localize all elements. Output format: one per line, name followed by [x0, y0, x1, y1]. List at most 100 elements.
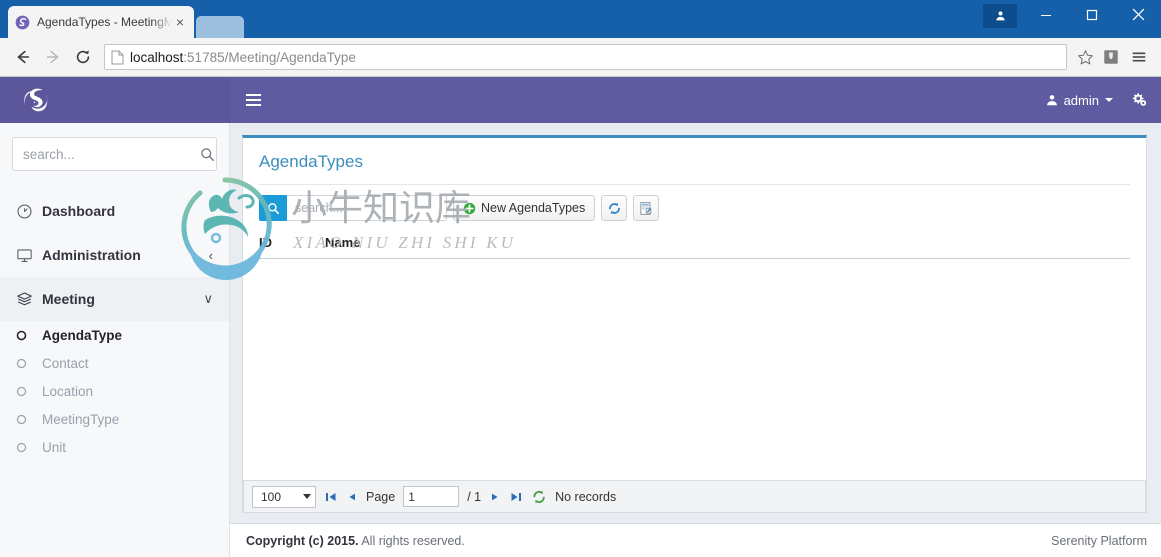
- sidebar-item-agendatype[interactable]: AgendaType: [0, 321, 229, 349]
- browser-menu-icon[interactable]: [1125, 48, 1153, 66]
- new-tab-button[interactable]: [196, 16, 244, 38]
- page-size-select[interactable]: 100: [252, 485, 316, 508]
- back-arrow-icon[interactable]: [8, 42, 38, 72]
- sidebar-item-label: Administration: [42, 247, 141, 263]
- sidebar-item-contact[interactable]: Contact: [0, 349, 229, 377]
- prev-page-icon[interactable]: [346, 491, 358, 503]
- browser-titlebar: AgendaTypes - MeetingM ×: [0, 0, 1161, 38]
- grid-pager: 100 Page / 1: [243, 480, 1146, 512]
- search-icon[interactable]: [200, 147, 215, 162]
- url-host: localhost: [130, 49, 184, 65]
- new-button-label: New AgendaTypes: [481, 201, 586, 215]
- address-bar[interactable]: localhost:51785/Meeting/AgendaType: [104, 44, 1067, 70]
- serenity-spiral-logo: [24, 88, 48, 112]
- dashboard-gauge-icon: [16, 203, 42, 220]
- sidebar: Dashboard Administration ‹: [0, 123, 230, 557]
- chevron-down-icon: [1105, 98, 1113, 102]
- page-total: / 1: [467, 489, 482, 504]
- agendatypes-grid: ID Name: [259, 231, 1130, 480]
- quick-search-input[interactable]: [287, 195, 447, 221]
- pager-refresh-icon[interactable]: [531, 489, 547, 505]
- chevron-down-icon: ∨: [203, 291, 213, 306]
- sidebar-subitem-label: MeetingType: [42, 411, 120, 427]
- application: admin search... Dashboard Administration…: [0, 77, 1161, 557]
- title-divider: [259, 184, 1130, 185]
- column-header-id[interactable]: ID: [259, 231, 325, 258]
- circle-icon: [16, 358, 42, 369]
- sidebar-item-label: Dashboard: [42, 203, 116, 219]
- minimize-button[interactable]: [1023, 0, 1069, 29]
- page-label: Page: [366, 489, 396, 504]
- browser-window: AgendaTypes - MeetingM × localhost:51785…: [0, 0, 1161, 557]
- layers-icon: [16, 291, 42, 308]
- circle-icon: [16, 414, 42, 425]
- hamburger-icon[interactable]: [246, 94, 261, 106]
- sidebar-subitem-label: Unit: [42, 439, 67, 455]
- platform-name: Serenity Platform: [1051, 533, 1147, 548]
- sidebar-item-unit[interactable]: Unit: [0, 433, 229, 461]
- reload-icon[interactable]: [68, 42, 98, 72]
- copyright-rest: All rights reserved.: [361, 533, 465, 548]
- chevron-down-icon: [303, 494, 311, 499]
- close-icon[interactable]: ×: [172, 14, 188, 30]
- agendatypes-panel: AgendaTypes Ne: [242, 135, 1147, 513]
- gear-cogs-icon[interactable]: [1131, 92, 1147, 108]
- sidebar-item-label: Meeting: [42, 291, 95, 307]
- sidebar-item-dashboard[interactable]: Dashboard: [0, 189, 229, 233]
- navbar-right: admin: [1046, 92, 1147, 108]
- grid-body: [259, 259, 1130, 480]
- user-name: admin: [1063, 92, 1099, 108]
- page-number-input[interactable]: [403, 486, 460, 507]
- green-plus-icon: [463, 202, 476, 215]
- close-button[interactable]: [1115, 0, 1161, 29]
- sidebar-search-input[interactable]: [23, 146, 200, 162]
- sidebar-subitem-label: AgendaType: [42, 327, 123, 343]
- column-header-name[interactable]: Name: [325, 231, 1130, 258]
- sidebar-item-administration[interactable]: Administration ‹: [0, 233, 229, 277]
- bookmark-star-icon[interactable]: [1073, 49, 1097, 66]
- brand-logo[interactable]: [0, 77, 230, 123]
- refresh-sync-icon[interactable]: [601, 195, 628, 221]
- forward-arrow-icon[interactable]: [38, 42, 68, 72]
- serenity-spiral-icon: [14, 14, 31, 31]
- circle-icon: [16, 386, 42, 397]
- top-navbar: admin: [0, 77, 1161, 123]
- maximize-button[interactable]: [1069, 0, 1115, 29]
- content-area: AgendaTypes Ne: [230, 123, 1161, 557]
- url-path: :51785/Meeting/AgendaType: [183, 49, 356, 65]
- sidebar-item-meeting[interactable]: Meeting ∨: [0, 277, 229, 321]
- browser-toolbar: localhost:51785/Meeting/AgendaType: [0, 38, 1161, 77]
- copyright-text: Copyright (c) 2015. All rights reserved.: [246, 534, 465, 548]
- sidebar-item-location[interactable]: Location: [0, 377, 229, 405]
- export-xml-icon[interactable]: [633, 195, 660, 221]
- sidebar-item-meetingtype[interactable]: MeetingType: [0, 405, 229, 433]
- url-text: localhost:51785/Meeting/AgendaType: [130, 50, 356, 65]
- pager-status: No records: [555, 489, 617, 504]
- chevron-left-icon: ‹: [208, 247, 213, 263]
- next-page-icon[interactable]: [489, 491, 501, 503]
- user-icon: [1046, 95, 1057, 106]
- window-controls: [977, 0, 1161, 38]
- app-footer: Copyright (c) 2015. All rights reserved.…: [230, 523, 1161, 557]
- magnifier-icon[interactable]: [259, 195, 287, 221]
- tab-title: AgendaTypes - MeetingM: [37, 15, 172, 29]
- circle-icon: [16, 442, 42, 453]
- quick-search[interactable]: [259, 195, 447, 221]
- grid-toolbar: New AgendaTypes: [259, 195, 1130, 231]
- body-row: Dashboard Administration ‹: [0, 123, 1161, 557]
- new-agendatypes-button[interactable]: New AgendaTypes: [453, 195, 596, 221]
- profile-button[interactable]: [977, 0, 1023, 29]
- browser-tab[interactable]: AgendaTypes - MeetingM ×: [8, 6, 194, 38]
- grid-header-row: ID Name: [259, 231, 1130, 259]
- copyright-bold: Copyright (c) 2015.: [246, 533, 359, 548]
- page-size-value: 100: [261, 489, 282, 504]
- sidebar-subitem-label: Location: [42, 383, 94, 399]
- user-menu[interactable]: admin: [1046, 93, 1113, 108]
- monitor-icon: [16, 247, 42, 264]
- last-page-icon[interactable]: [509, 490, 523, 504]
- sidebar-search[interactable]: [12, 137, 217, 171]
- extension-icon[interactable]: [1097, 48, 1125, 66]
- first-page-icon[interactable]: [324, 490, 338, 504]
- profile-icon: [983, 3, 1017, 28]
- page-document-icon: [111, 50, 124, 65]
